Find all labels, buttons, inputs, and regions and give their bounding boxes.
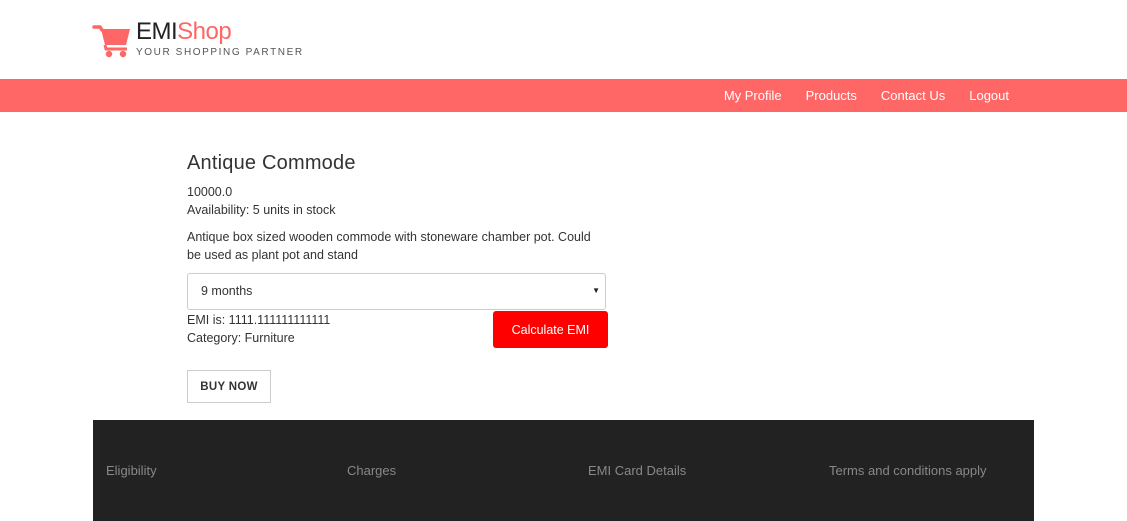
brand-tagline: YOUR SHOPPING PARTNER — [136, 47, 304, 58]
footer: Eligibility Charges EMI Card Details Ter… — [93, 420, 1034, 521]
nav-menu: My Profile Products Contact Us Logout — [700, 79, 1009, 112]
buy-now-button[interactable]: BUY NOW — [187, 370, 271, 403]
nav-item-products[interactable]: Products — [806, 88, 857, 103]
product-description: Antique box sized wooden commode with st… — [187, 230, 591, 262]
nav-item-my-profile[interactable]: My Profile — [724, 88, 782, 103]
brand-text: EMIShop YOUR SHOPPING PARTNER — [136, 18, 304, 58]
header: EMIShop YOUR SHOPPING PARTNER — [0, 0, 1127, 79]
nav-item-logout[interactable]: Logout — [969, 88, 1009, 103]
nav-item-contact-us[interactable]: Contact Us — [881, 88, 945, 103]
brand-name-primary: EMI — [136, 18, 178, 45]
product-category: Category: Furniture — [187, 331, 295, 345]
dropdown-arrow-icon: ▼ — [592, 286, 600, 295]
product-availability: Availability: 5 units in stock — [187, 203, 336, 217]
product-details: Antique Commode 10000.0 Availability: 5 … — [187, 150, 608, 403]
emi-duration-select[interactable]: 9 months ▼ — [187, 273, 606, 310]
emi-row: EMI is: 1111.111111111111 Category: Furn… — [187, 310, 608, 350]
brand-name: EMIShop — [136, 18, 304, 46]
emi-result: EMI is: 1111.111111111111 — [187, 313, 331, 327]
footer-link-emi-card-details[interactable]: EMI Card Details — [588, 463, 686, 478]
footer-link-eligibility[interactable]: Eligibility — [106, 463, 157, 478]
product-price: 10000.0 — [187, 185, 233, 199]
shopping-cart-icon — [92, 25, 130, 58]
product-title: Antique Commode — [187, 152, 356, 174]
footer-link-charges[interactable]: Charges — [347, 463, 396, 478]
brand-name-secondary: Shop — [177, 18, 232, 45]
emi-duration-value: 9 months — [201, 284, 253, 298]
brand-logo[interactable]: EMIShop YOUR SHOPPING PARTNER — [92, 18, 304, 60]
top-navbar: My Profile Products Contact Us Logout — [0, 79, 1127, 112]
calculate-emi-button[interactable]: Calculate EMI — [493, 311, 608, 348]
footer-link-terms[interactable]: Terms and conditions apply — [829, 463, 987, 478]
